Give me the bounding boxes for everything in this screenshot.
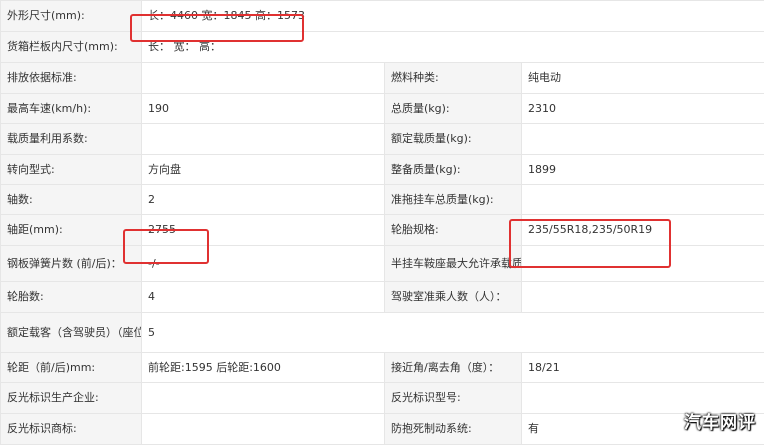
table-row: 最高车速(km/h): 190 总质量(kg): 2310 [0, 93, 764, 124]
value-axle-count: 2 [141, 184, 385, 215]
label-reflector-maker: 反光标识生产企业: [0, 382, 142, 414]
value-max-speed: 190 [141, 93, 385, 124]
value-wheelbase: 2755 [141, 214, 385, 246]
label-abs: 防抱死制动系统: [384, 413, 522, 445]
label-axle-count: 轴数: [0, 184, 142, 215]
value-reflector-brand [141, 413, 385, 445]
value-curb-mass: 1899 [520, 154, 764, 185]
label-tire-count: 轮胎数: [0, 281, 142, 313]
label-wheelbase: 轴距(mm): [0, 214, 142, 246]
value-rated-passengers: 5 [140, 312, 764, 353]
label-emission-standard: 排放依据标准: [0, 62, 142, 94]
value-cab-capacity [520, 281, 764, 313]
table-row: 轮距（前/后)mm: 前轮距:1595 后轮距:1600 接近角/离去角（度）：… [0, 352, 764, 383]
value-saddle-load [520, 245, 764, 282]
value-gross-mass: 2310 [520, 93, 764, 124]
label-rated-load: 额定载质量(kg): [384, 123, 522, 155]
table-row: 货箱栏板内尺寸(mm): 长： 宽： 高： [0, 31, 764, 63]
value-emission-standard [141, 62, 385, 94]
vehicle-spec-table: 外形尺寸(mm): 长：4460 宽：1845 高：1573 货箱栏板内尺寸(m… [0, 0, 764, 445]
label-rated-passengers: 额定载客（含驾驶员）（座位数）： [0, 312, 142, 353]
label-tire-spec: 轮胎规格: [384, 214, 522, 246]
value-cargo-box-size: 长： 宽： 高： [140, 31, 764, 63]
value-fuel-type: 纯电动 [520, 62, 764, 94]
label-steering-type: 转向型式: [0, 154, 142, 185]
label-reflector-model: 反光标识型号: [384, 382, 522, 414]
label-saddle-load: 半挂车鞍座最大允许承载质量(kg): [384, 245, 522, 282]
table-row: 转向型式: 方向盘 整备质量(kg): 1899 [0, 154, 764, 185]
value-tire-spec: 235/55R18,235/50R19 [520, 214, 764, 246]
value-load-coefficient [141, 123, 385, 155]
label-gross-mass: 总质量(kg): [384, 93, 522, 124]
label-dimensions: 外形尺寸(mm): [0, 0, 142, 32]
label-max-speed: 最高车速(km/h): [0, 93, 142, 124]
table-row: 外形尺寸(mm): 长：4460 宽：1845 高：1573 [0, 0, 764, 32]
table-row: 轮胎数: 4 驾驶室准乘人数（人）： [0, 281, 764, 313]
table-row: 轴数: 2 准拖挂车总质量(kg): [0, 184, 764, 215]
watermark-logo: 汽车网评 [684, 413, 756, 433]
label-leaf-springs: 钢板弹簧片数 (前/后)： [0, 245, 142, 282]
table-row: 排放依据标准: 燃料种类: 纯电动 [0, 62, 764, 94]
label-curb-mass: 整备质量(kg): [384, 154, 522, 185]
table-row: 额定载客（含驾驶员）（座位数）： 5 [0, 312, 764, 353]
table-row: 反光标识商标: 防抱死制动系统: 有 [0, 413, 764, 445]
value-rated-load [520, 123, 764, 155]
table-row: 钢板弹簧片数 (前/后)： -/- 半挂车鞍座最大允许承载质量(kg): [0, 245, 764, 282]
label-trailer-mass: 准拖挂车总质量(kg): [384, 184, 522, 215]
value-leaf-springs: -/- [141, 245, 385, 282]
table-row: 轴距(mm): 2755 轮胎规格: 235/55R18,235/50R19 [0, 214, 764, 246]
value-approach-departure: 18/21 [520, 352, 764, 383]
table-row: 载质量利用系数: 额定载质量(kg): [0, 123, 764, 155]
value-track-width: 前轮距:1595 后轮距:1600 [141, 352, 385, 383]
label-approach-departure: 接近角/离去角（度）： [384, 352, 522, 383]
label-fuel-type: 燃料种类: [384, 62, 522, 94]
table-row: 反光标识生产企业: 反光标识型号: [0, 382, 764, 414]
value-trailer-mass [520, 184, 764, 215]
value-tire-count: 4 [141, 281, 385, 313]
label-reflector-brand: 反光标识商标: [0, 413, 142, 445]
label-cab-capacity: 驾驶室准乘人数（人）： [384, 281, 522, 313]
value-dimensions: 长：4460 宽：1845 高：1573 [140, 0, 764, 32]
value-reflector-maker [141, 382, 385, 414]
label-load-coefficient: 载质量利用系数: [0, 123, 142, 155]
label-cargo-box-size: 货箱栏板内尺寸(mm): [0, 31, 142, 63]
label-track-width: 轮距（前/后)mm: [0, 352, 142, 383]
value-steering-type: 方向盘 [141, 154, 385, 185]
